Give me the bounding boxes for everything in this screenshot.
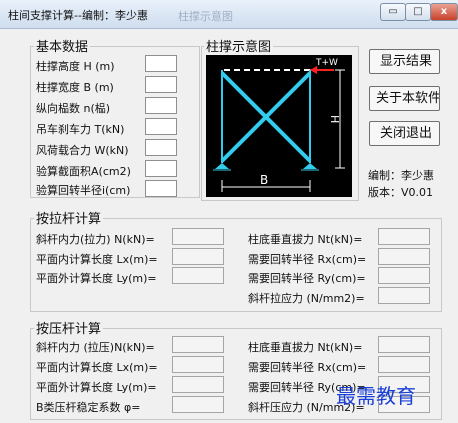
area-input[interactable]: [145, 160, 177, 177]
compression-label-rx: 需要回转半径 Rx(cm)=: [248, 361, 367, 374]
tension-ry-output: [378, 267, 430, 284]
compression-lx-output: [172, 356, 224, 373]
title-bar-faded-text: 柱撑示意图: [178, 10, 233, 23]
tension-label-lx: 平面内计算长度 Lx(m)=: [36, 253, 158, 266]
author-text: 编制：李少惠: [368, 169, 434, 182]
field-label-width: 柱撑宽度 B (m): [36, 81, 114, 94]
tension-label-force: 斜杆内力(拉力) N(kN)=: [36, 233, 155, 246]
compression-rx-output: [378, 356, 430, 373]
tension-label-nt: 柱底垂直拔力 Nt(kN)=: [248, 233, 363, 246]
about-button[interactable]: 关于本软件: [369, 86, 440, 111]
compression-label-ly: 平面外计算长度 Ly(m)=: [36, 381, 157, 394]
tension-stress-output: [378, 287, 430, 304]
tension-lx-output: [172, 248, 224, 265]
title-bar: 柱间支撑计算--编制：李少惠 柱撑示意图 ▭ □ x: [0, 0, 458, 29]
field-label-area: 验算截面积A(cm2): [36, 165, 131, 178]
basic-data-title: 基本数据: [34, 36, 91, 55]
b-label: B: [260, 173, 268, 187]
field-label-wind-load: 风荷载合力 W(kN): [36, 144, 129, 157]
compression-label-lx: 平面内计算长度 Lx(m)=: [36, 361, 158, 374]
compression-title: 按压杆计算: [34, 318, 104, 337]
load-label: T+W: [315, 58, 338, 68]
field-label-brake-force: 吊车刹车力 T(kN): [36, 123, 125, 136]
maximize-button[interactable]: □: [405, 3, 431, 21]
compression-label-nt: 柱底垂直拔力 Nt(kN)=: [248, 341, 363, 354]
compression-nt-output: [378, 336, 430, 353]
watermark: 最需教育: [336, 384, 416, 408]
field-label-radius: 验算回转半径i(cm): [36, 184, 131, 197]
window-title: 柱间支撑计算--编制：李少惠: [8, 9, 148, 22]
wind-load-input[interactable]: [145, 139, 177, 156]
field-label-height: 柱撑高度 H (m): [36, 60, 115, 73]
radius-input[interactable]: [145, 180, 177, 197]
minimize-button[interactable]: ▭: [380, 3, 406, 21]
close-exit-button[interactable]: 关闭退出: [369, 121, 440, 146]
bays-input[interactable]: [145, 97, 177, 114]
tension-label-stress: 斜杆拉应力 (N/mm2)=: [248, 292, 365, 305]
h-label: H: [328, 115, 341, 123]
app-window: 柱间支撑计算--编制：李少惠 柱撑示意图 ▭ □ x 基本数据 柱撑高度 H (…: [0, 0, 458, 423]
compression-force-output: [172, 336, 224, 353]
brake-force-input[interactable]: [145, 118, 177, 135]
tension-nt-output: [378, 228, 430, 245]
brace-diagram: T+W H B: [206, 55, 352, 197]
width-input[interactable]: [145, 76, 177, 93]
close-icon[interactable]: x: [430, 3, 458, 21]
compression-label-phi: B类压杆稳定系数 φ=: [36, 401, 141, 414]
tension-label-rx: 需要回转半径 Rx(cm)=: [248, 253, 367, 266]
compression-ly-output: [172, 376, 224, 393]
show-result-button[interactable]: 显示结果: [369, 49, 440, 74]
tension-label-ly: 平面外计算长度 Ly(m)=: [36, 272, 157, 285]
version-text: 版本：V0.01: [368, 186, 434, 199]
tension-label-ry: 需要回转半径 Ry(cm)=: [248, 272, 366, 285]
field-label-bays: 纵向榀数 n(榀): [36, 102, 111, 115]
height-input[interactable]: [145, 55, 177, 72]
tension-title: 按拉杆计算: [34, 208, 104, 227]
compression-phi-output: [172, 396, 224, 413]
compression-label-force: 斜杆内力 (拉压)N(kN)=: [36, 341, 155, 354]
tension-ly-output: [172, 267, 224, 284]
tension-force-output: [172, 228, 224, 245]
diagram-title: 柱撑示意图: [204, 36, 274, 55]
tension-rx-output: [378, 248, 430, 265]
